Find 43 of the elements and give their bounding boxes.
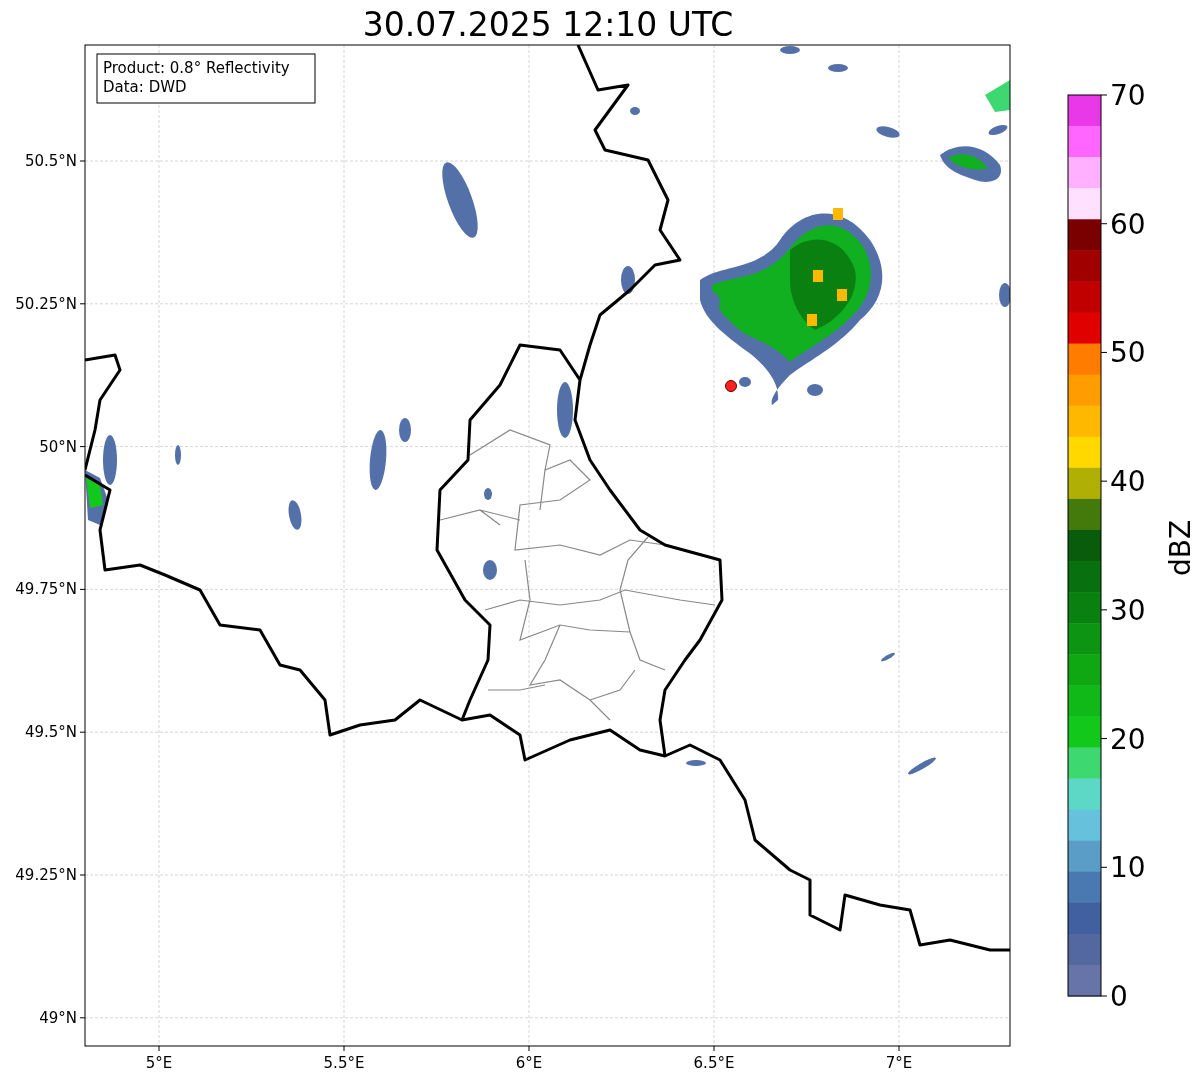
tick-label: 7°E — [885, 1054, 913, 1072]
tick-label: 50.25°N — [15, 294, 77, 313]
colorbar-tick-label: 20 — [1110, 722, 1146, 756]
tick-label: 50.5°N — [24, 152, 77, 170]
colorbar-tick-label: 10 — [1110, 851, 1146, 885]
tick-label: 49.5°N — [24, 723, 77, 742]
colorbar-tick-label: 50 — [1110, 336, 1146, 370]
radar-echo — [988, 124, 1008, 136]
radar-echo — [557, 382, 573, 438]
radar-echo — [621, 266, 635, 294]
tick-label: 5.5°E — [323, 1054, 365, 1072]
colorbar-tick-label: 30 — [1110, 593, 1146, 627]
radar-echo — [483, 560, 497, 580]
info-text: Data: DWD — [103, 78, 187, 96]
radar-echo — [828, 64, 848, 72]
tick-label: 49.75°N — [15, 580, 77, 599]
tick-label: 50°N — [39, 437, 77, 456]
radar-echo — [985, 80, 1010, 112]
radar-echo — [686, 760, 706, 766]
tick-label: 6°E — [515, 1054, 543, 1072]
radar-echo — [630, 107, 640, 115]
radar-echo — [175, 445, 181, 465]
colorbar-label: dBZ — [1164, 519, 1197, 577]
radar-echo — [780, 46, 800, 54]
radar-echo — [369, 430, 387, 490]
tick-label: 6.5°E — [693, 1054, 735, 1072]
radar-echo — [288, 500, 302, 530]
tick-label: 49.25°N — [15, 866, 77, 884]
colorbar-tick-label: 40 — [1110, 465, 1146, 499]
tick-label: 49°N — [39, 1008, 77, 1027]
radar-echo — [881, 652, 895, 662]
radar-echo — [399, 418, 411, 442]
plot-title: 30.07.2025 12:10 UTC — [362, 5, 734, 44]
tick-label: 5°E — [145, 1054, 173, 1072]
colorbar-tick-label: 0 — [1110, 980, 1128, 1013]
radar-echo — [999, 283, 1010, 307]
radar-echo — [908, 757, 936, 775]
radar-echo — [876, 126, 900, 138]
radar-echo — [484, 488, 492, 500]
info-text: Product: 0.8° Reflectivity — [103, 59, 290, 77]
colorbar-tick-label: 70 — [1110, 79, 1146, 112]
colorbar-tick-label: 60 — [1110, 207, 1146, 241]
location-marker — [725, 380, 737, 392]
